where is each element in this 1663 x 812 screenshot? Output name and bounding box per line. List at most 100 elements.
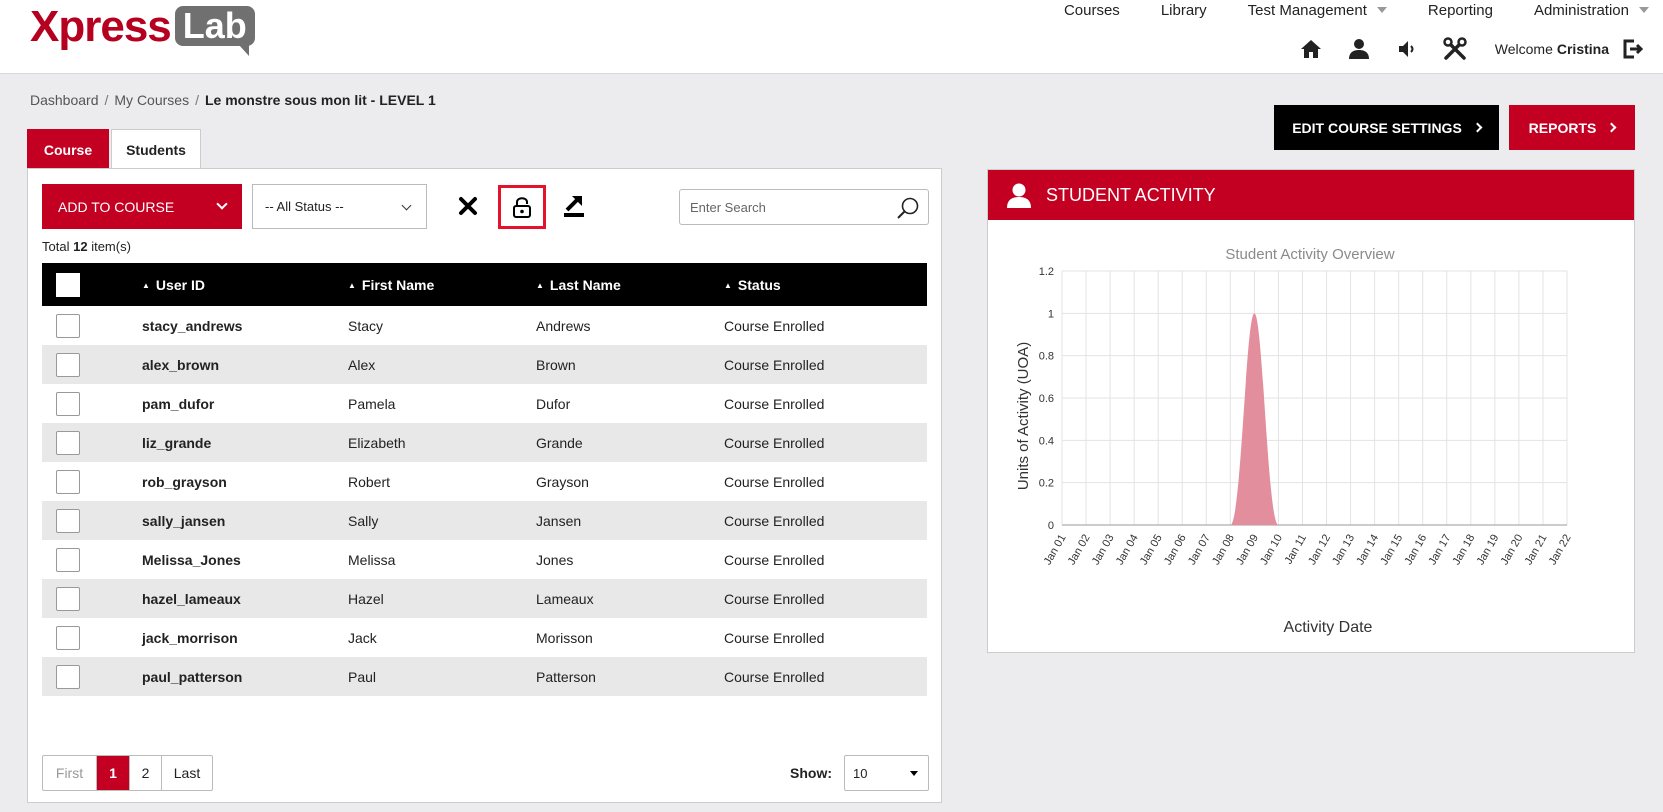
header-status[interactable]: ▲︎ Status bbox=[724, 263, 927, 306]
total-suffix: item(s) bbox=[91, 239, 131, 254]
reports-button[interactable]: REPORTS bbox=[1509, 105, 1635, 150]
x-tick-label: Jan 12 bbox=[1306, 533, 1333, 568]
cell-user-id: paul_patterson bbox=[142, 668, 243, 685]
chart-area-series bbox=[1062, 313, 1567, 525]
sort-icon: ▲︎ bbox=[348, 280, 356, 290]
row-checkbox-cell bbox=[42, 501, 142, 540]
student-activity-panel: STUDENT ACTIVITY Student Activity Overvi… bbox=[987, 169, 1635, 653]
xpresslab-logo[interactable]: Xpress Lab bbox=[30, 4, 255, 56]
cell-first-name: Elizabeth bbox=[348, 434, 406, 451]
breadcrumb-my-courses[interactable]: My Courses bbox=[114, 92, 189, 108]
export-icon[interactable] bbox=[560, 192, 588, 220]
table-row: jack_morrison Jack Morisson Course Enrolled bbox=[42, 618, 927, 657]
nav-test-management[interactable]: Test Management bbox=[1248, 0, 1387, 20]
user-profile-icon[interactable] bbox=[1345, 36, 1373, 62]
chart-title: Student Activity Overview bbox=[1225, 246, 1394, 263]
breadcrumb-dashboard[interactable]: Dashboard bbox=[30, 92, 99, 108]
row-checkbox[interactable] bbox=[56, 586, 80, 611]
breadcrumb: Dashboard / My Courses / Le monstre sous mon… bbox=[30, 92, 436, 108]
x-tick-label: Jan 19 bbox=[1475, 533, 1502, 568]
reports-label: REPORTS bbox=[1528, 119, 1597, 136]
caret-down-icon bbox=[910, 771, 918, 776]
cell-last-name: Lameaux bbox=[536, 590, 594, 607]
add-to-course-button[interactable]: ADD TO COURSE bbox=[42, 184, 242, 229]
row-checkbox[interactable] bbox=[56, 625, 80, 650]
x-tick-label: Jan 01 bbox=[1042, 533, 1069, 568]
row-checkbox-cell bbox=[42, 540, 142, 579]
cell-status: Course Enrolled bbox=[724, 434, 825, 451]
cell-user-id: liz_grande bbox=[142, 434, 212, 451]
pagination: First 1 2 Last bbox=[42, 755, 213, 791]
cell-user-id: pam_dufor bbox=[142, 395, 215, 412]
sort-asc-icon: ▲ bbox=[536, 280, 544, 290]
row-checkbox[interactable] bbox=[56, 469, 80, 494]
page-1[interactable]: 1 bbox=[97, 756, 130, 790]
header-first-name-label: First Name bbox=[361, 276, 435, 293]
table-row: hazel_lameaux Hazel Lameaux Course Enrolled bbox=[42, 579, 927, 618]
row-checkbox[interactable] bbox=[56, 430, 80, 455]
total-prefix: Total bbox=[42, 239, 70, 254]
unlock-icon[interactable] bbox=[498, 185, 546, 229]
select-all-checkbox[interactable] bbox=[56, 272, 80, 297]
speaker-icon[interactable] bbox=[1393, 36, 1421, 62]
row-checkbox[interactable] bbox=[56, 352, 80, 377]
page-2[interactable]: 2 bbox=[130, 756, 162, 790]
header-last-name[interactable]: ▲ Last Name bbox=[536, 263, 724, 306]
x-tick-label: Jan 20 bbox=[1499, 533, 1526, 568]
header-last-name-label: Last Name bbox=[549, 276, 621, 293]
table-row: Melissa_Jones Melissa Jones Course Enrolled bbox=[42, 540, 927, 579]
nav-reporting[interactable]: Reporting bbox=[1428, 0, 1493, 20]
page-size-select[interactable]: 10 bbox=[844, 755, 929, 791]
cell-first-name: Robert bbox=[348, 473, 391, 490]
chart-y-label: Units of Activity (UOA) bbox=[1015, 342, 1032, 490]
tab-students[interactable]: Students bbox=[111, 129, 201, 169]
cell-user-id: stacy_andrews bbox=[142, 317, 243, 334]
status-filter-value: -- All Status -- bbox=[265, 199, 344, 214]
header: Xpress Lab Courses Library Test Manageme… bbox=[0, 0, 1663, 74]
header-first-name[interactable]: ▲︎ First Name bbox=[348, 263, 536, 306]
y-tick-label: 1.2 bbox=[1039, 266, 1054, 278]
chart-x-ticks: Jan 01Jan 02Jan 03Jan 04Jan 05Jan 06Jan … bbox=[1042, 533, 1574, 568]
course-tabs: Course Students bbox=[27, 129, 201, 169]
add-to-course-label: ADD TO COURSE bbox=[58, 198, 175, 215]
page-last[interactable]: Last bbox=[162, 756, 212, 790]
cell-first-name: Pamela bbox=[348, 395, 396, 412]
user-toolbar: Welcome Cristina bbox=[1297, 36, 1645, 62]
header-user-id[interactable]: ▲︎ User ID bbox=[142, 263, 348, 306]
caret-down-icon bbox=[1376, 7, 1387, 13]
logout-icon[interactable] bbox=[1621, 37, 1645, 61]
edit-course-settings-button[interactable]: EDIT COURSE SETTINGS bbox=[1274, 105, 1499, 150]
search-input[interactable] bbox=[680, 190, 880, 224]
cell-status: Course Enrolled bbox=[724, 668, 825, 685]
page-size-value: 10 bbox=[853, 765, 868, 781]
row-checkbox[interactable] bbox=[56, 664, 80, 689]
tab-course[interactable]: Course bbox=[27, 129, 109, 169]
nav-courses[interactable]: Courses bbox=[1064, 0, 1120, 20]
search-icon[interactable] bbox=[896, 196, 920, 220]
student-activity-title: STUDENT ACTIVITY bbox=[1046, 184, 1216, 205]
nav-library[interactable]: Library bbox=[1161, 0, 1207, 20]
cell-last-name: Grande bbox=[536, 434, 583, 451]
row-checkbox[interactable] bbox=[56, 508, 80, 533]
nav-administration[interactable]: Administration bbox=[1534, 0, 1649, 20]
x-tick-label: Jan 07 bbox=[1186, 533, 1213, 568]
y-tick-label: 0.4 bbox=[1039, 435, 1054, 447]
header-user-id-label: User ID bbox=[155, 276, 205, 293]
delete-icon[interactable] bbox=[454, 192, 482, 220]
nav-reporting-label: Reporting bbox=[1427, 1, 1493, 19]
tools-icon[interactable] bbox=[1441, 36, 1469, 62]
edit-course-settings-label: EDIT COURSE SETTINGS bbox=[1292, 119, 1462, 136]
header-status-label: Status bbox=[737, 276, 781, 293]
cell-first-name: Sally bbox=[348, 512, 379, 529]
home-icon[interactable] bbox=[1297, 36, 1325, 62]
status-filter-select[interactable]: -- All Status -- bbox=[252, 184, 427, 229]
x-tick-label: Jan 22 bbox=[1547, 533, 1574, 568]
y-tick-label: 0 bbox=[1048, 520, 1054, 532]
x-tick-label: Jan 14 bbox=[1354, 533, 1381, 568]
page-first[interactable]: First bbox=[43, 756, 97, 790]
row-checkbox[interactable] bbox=[56, 391, 80, 416]
cell-first-name: Hazel bbox=[348, 590, 384, 607]
row-checkbox[interactable] bbox=[56, 313, 80, 338]
header-checkbox-cell bbox=[42, 263, 142, 306]
row-checkbox[interactable] bbox=[56, 547, 80, 572]
